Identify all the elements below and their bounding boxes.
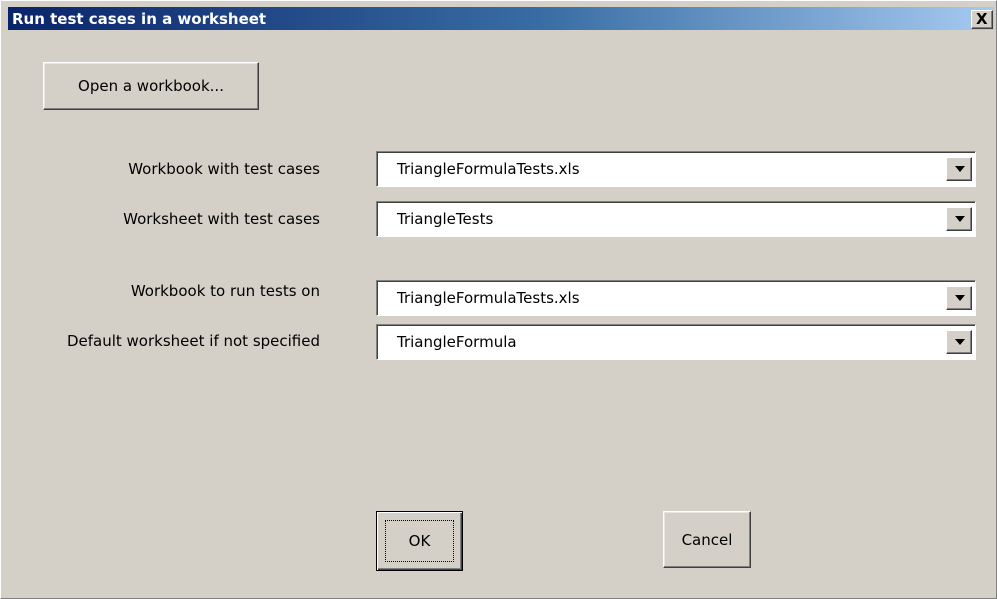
window-title: Run test cases in a worksheet — [12, 10, 267, 28]
workbook-run-tests-dropdown-button[interactable] — [946, 286, 972, 310]
worksheet-test-cases-value: TriangleTests — [397, 210, 494, 228]
default-worksheet-value: TriangleFormula — [397, 333, 517, 351]
open-workbook-button[interactable]: Open a workbook... — [43, 62, 259, 110]
chevron-down-icon — [955, 166, 965, 172]
ok-label: OK — [408, 532, 431, 550]
ok-button[interactable]: OK — [376, 511, 463, 571]
cancel-label: Cancel — [681, 530, 733, 549]
workbook-test-cases-label: Workbook with test cases — [128, 160, 320, 178]
workbook-run-tests-label: Workbook to run tests on — [130, 282, 320, 300]
workbook-test-cases-dropdown-button[interactable] — [946, 157, 972, 181]
chevron-down-icon — [955, 216, 965, 222]
focus-rectangle: OK — [385, 520, 454, 562]
worksheet-test-cases-combo[interactable]: TriangleTests — [376, 201, 976, 237]
dialog-window: Run test cases in a worksheet X Open a w… — [0, 0, 997, 599]
chevron-down-icon — [955, 295, 965, 301]
workbook-run-tests-combo[interactable]: TriangleFormulaTests.xls — [376, 280, 976, 316]
default-worksheet-dropdown-button[interactable] — [946, 330, 972, 354]
cancel-button[interactable]: Cancel — [663, 511, 751, 568]
workbook-test-cases-value: TriangleFormulaTests.xls — [397, 160, 580, 178]
close-icon: X — [976, 10, 988, 28]
worksheet-test-cases-dropdown-button[interactable] — [946, 207, 972, 231]
default-worksheet-label: Default worksheet if not specified — [66, 332, 320, 350]
worksheet-test-cases-label: Worksheet with test cases — [123, 210, 320, 228]
title-bar[interactable]: Run test cases in a worksheet X — [8, 7, 994, 30]
default-worksheet-combo[interactable]: TriangleFormula — [376, 324, 976, 360]
workbook-run-tests-value: TriangleFormulaTests.xls — [397, 289, 580, 307]
workbook-test-cases-combo[interactable]: TriangleFormulaTests.xls — [376, 151, 976, 187]
close-button[interactable]: X — [971, 10, 993, 29]
open-workbook-label: Open a workbook... — [78, 77, 224, 95]
chevron-down-icon — [955, 339, 965, 345]
